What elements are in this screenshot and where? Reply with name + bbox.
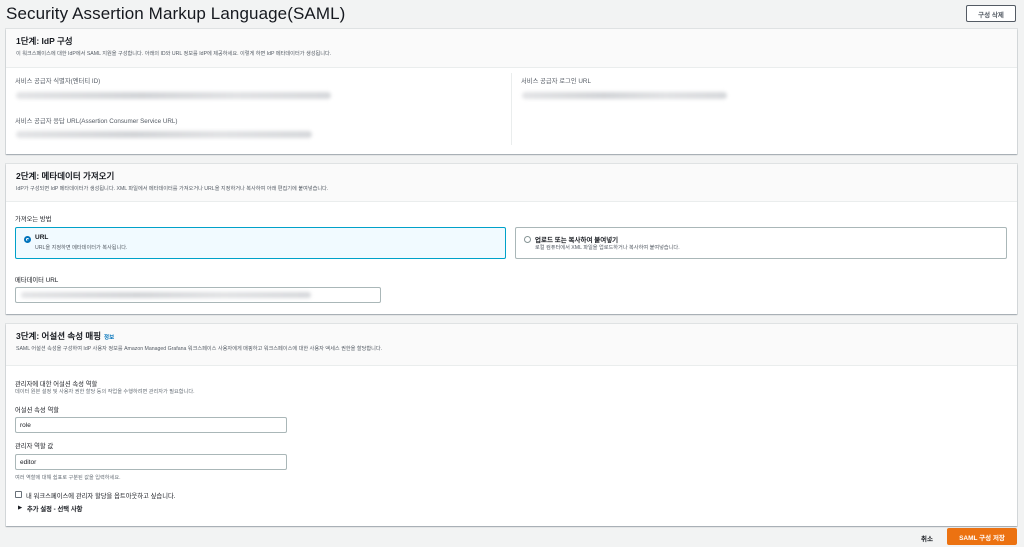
optout-admin-label: 내 워크스페이스에 관리자 할당을 옵트아웃하고 싶습니다. — [26, 493, 176, 500]
step1-title: 1단계: IdP 구성 — [16, 36, 73, 46]
metadata-url-label: 메타데이터 URL — [15, 277, 59, 284]
additional-settings-toggle[interactable]: 추가 설정 - 선택 사항 — [27, 504, 82, 513]
url-radio-button[interactable] — [24, 236, 31, 243]
login-url-value-redacted — [522, 92, 727, 99]
expand-caret-icon[interactable]: ▶ — [18, 505, 22, 511]
step2-panel: 2단계: 메타데이터 가져오기 IdP가 구성되면 IdP 메타데이터가 생성됩… — [6, 164, 1017, 314]
entity-id-value-redacted — [16, 92, 331, 99]
step2-description: IdP가 구성되면 IdP 메타데이터가 생성됩니다. XML 파일에서 메타데… — [16, 186, 329, 192]
url-option-title: URL — [35, 234, 49, 241]
entity-id-label: 서비스 공급자 식별자(엔터티 ID) — [15, 78, 101, 85]
step1-description: 이 워크스페이스에 대한 IdP에서 SAML 지원을 구성합니다. 아래의 I… — [16, 51, 332, 57]
step1-column-divider — [511, 73, 512, 145]
acs-url-value-redacted — [16, 131, 312, 138]
metadata-url-value-redacted — [21, 292, 311, 298]
admin-role-values-input[interactable] — [15, 454, 287, 470]
login-url-label: 서비스 공급자 로그인 URL — [521, 78, 591, 85]
step1-header: 1단계: IdP 구성 이 워크스페이스에 대한 IdP에서 SAML 지원을 … — [6, 29, 1017, 68]
delete-configuration-button[interactable]: 구성 삭제 — [966, 5, 1016, 22]
import-method-label: 가져오는 방법 — [15, 216, 52, 223]
upload-option-description: 로컬 컴퓨터에서 XML 파일을 업로드하거나 복사하여 붙여넣습니다. — [535, 245, 680, 251]
upload-radio-button[interactable] — [524, 236, 531, 243]
assertion-role-label: 어설션 속성 역할 — [15, 407, 60, 414]
optout-admin-checkbox[interactable] — [15, 491, 22, 498]
admin-role-section-title: 관리자에 대한 어설션 속성 역할 — [15, 381, 98, 388]
step3-title-row: 3단계: 어설션 속성 매핑 정보 — [16, 330, 1007, 342]
admin-role-values-hint: 여러 역할에 대해 쉼표로 구분된 값을 입력하세요. — [15, 475, 121, 481]
step3-title: 3단계: 어설션 속성 매핑 — [16, 331, 102, 341]
assertion-role-input[interactable] — [15, 417, 287, 433]
upload-option-title: 업로드 또는 복사하여 붙여넣기 — [535, 237, 619, 244]
save-saml-configuration-button[interactable]: SAML 구성 저장 — [947, 528, 1017, 545]
step1-panel: 1단계: IdP 구성 이 워크스페이스에 대한 IdP에서 SAML 지원을 … — [6, 29, 1017, 154]
admin-role-values-label: 관리자 역할 값 — [15, 443, 54, 450]
step2-title: 2단계: 메타데이터 가져오기 — [16, 171, 115, 181]
admin-role-section-description: 데이터 원본 설정 및 사용자 권한 할당 등의 작업을 수행하려면 관리자가 … — [15, 389, 195, 395]
import-method-upload-option[interactable]: 업로드 또는 복사하여 붙여넣기 로컬 컴퓨터에서 XML 파일을 업로드하거나… — [515, 227, 1007, 259]
import-method-url-option[interactable]: URL URL을 지정하면 메타데이터가 복사됩니다. — [15, 227, 506, 259]
step2-header: 2단계: 메타데이터 가져오기 IdP가 구성되면 IdP 메타데이터가 생성됩… — [6, 164, 1017, 202]
url-option-description: URL을 지정하면 메타데이터가 복사됩니다. — [35, 245, 128, 251]
metadata-url-input[interactable] — [15, 287, 381, 303]
info-link[interactable]: 정보 — [104, 335, 114, 341]
cancel-button[interactable]: 취소 — [921, 533, 933, 543]
step3-header: 3단계: 어설션 속성 매핑 정보 SAML 어설션 속성을 구성하여 IdP 사… — [6, 324, 1017, 366]
acs-url-label: 서비스 공급자 응답 URL(Assertion Consumer Servic… — [15, 118, 178, 125]
step3-description: SAML 어설션 속성을 구성하여 IdP 사용자 정보를 Amazon Man… — [16, 346, 383, 352]
step3-panel: 3단계: 어설션 속성 매핑 정보 SAML 어설션 속성을 구성하여 IdP 사… — [6, 324, 1017, 526]
page-title: Security Assertion Markup Language(SAML) — [6, 4, 346, 23]
